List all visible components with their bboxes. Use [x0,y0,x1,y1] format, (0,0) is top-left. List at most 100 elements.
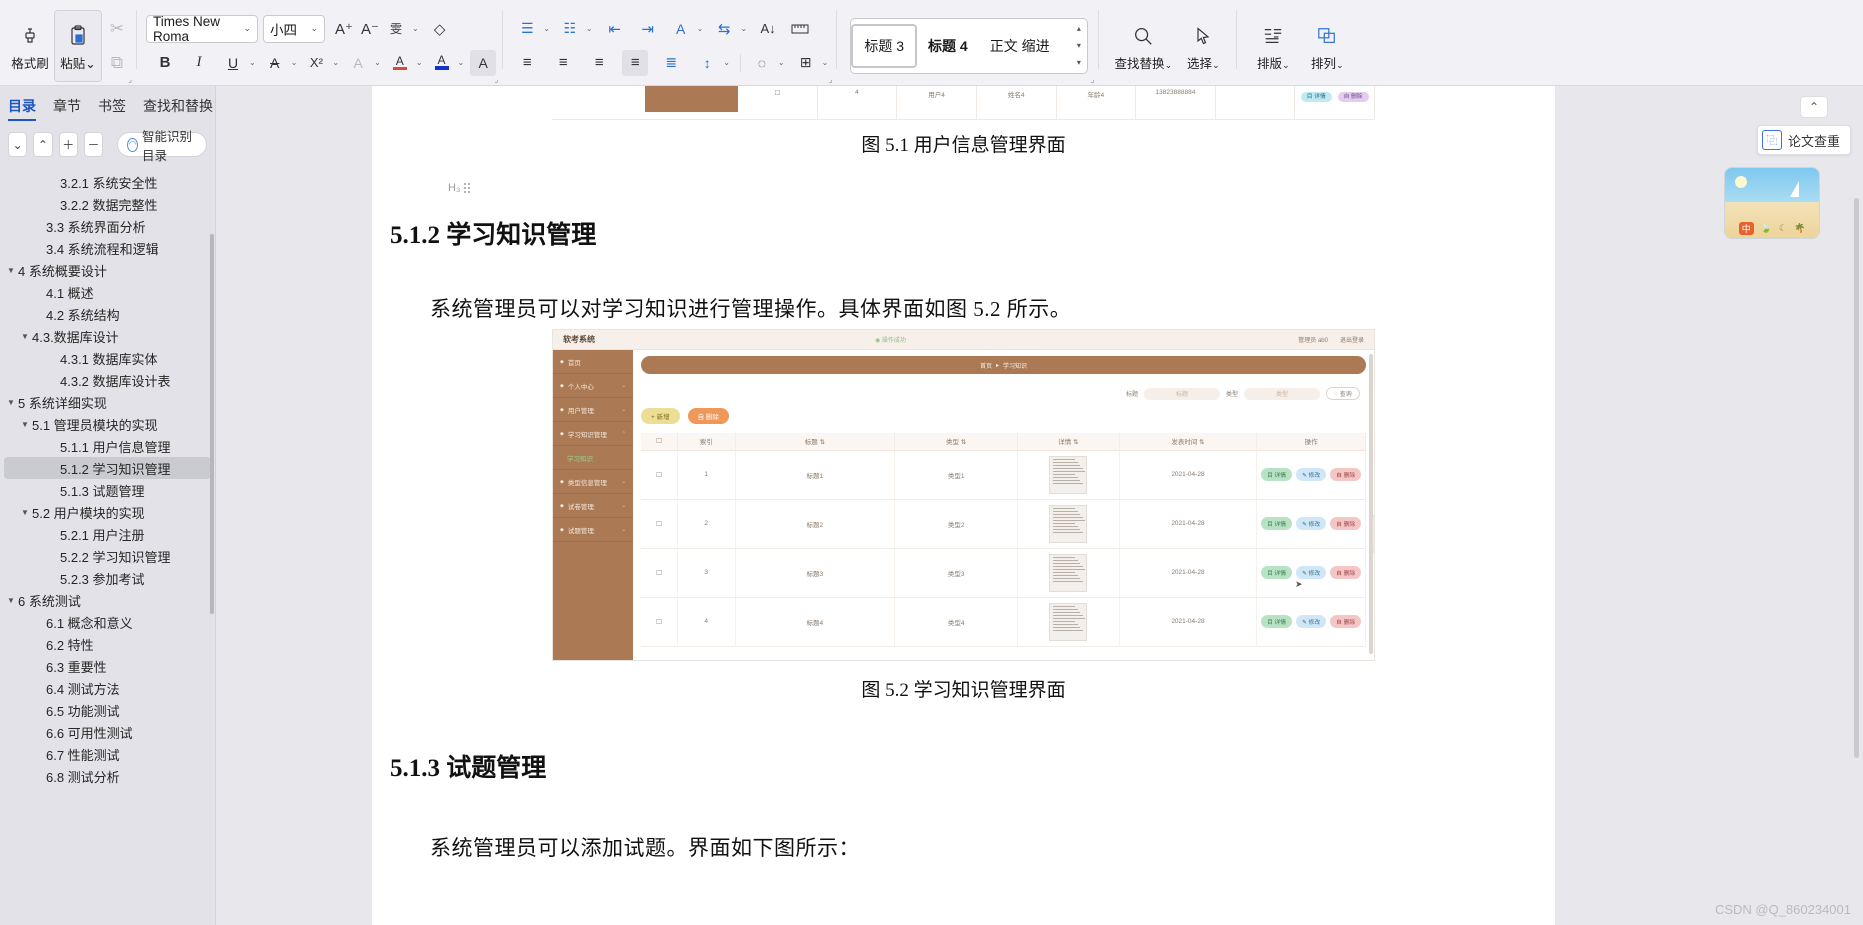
find-replace-button[interactable]: 查找替换⌄ [1110,10,1176,82]
toc-expand-button[interactable]: ＋ [58,132,78,157]
font-size-select[interactable]: 小四 ⌄ [263,14,325,43]
paragraph-handle[interactable]: H₃ [448,182,471,194]
underline-button[interactable]: U [220,50,246,76]
toc-item[interactable]: ▼4.3.2 数据库设计表 [4,369,211,391]
grow-font-button[interactable]: A⁺ [331,16,357,42]
character-border-button[interactable]: A [345,50,371,76]
toc-item[interactable]: ▼5.1.1 用户信息管理 [4,435,211,457]
toc-item[interactable]: ▼6.2 特性 [4,633,211,655]
toc-item[interactable]: ▼3.2.1 系统安全性 [4,171,211,193]
numbered-list-button[interactable]: ☷ [557,16,583,42]
bold-button[interactable]: B [152,50,178,76]
chevron-down-icon[interactable]: ⌄ [414,58,425,67]
toc-item[interactable]: ▼6.5 功能测试 [4,699,211,721]
increase-indent-button[interactable]: ⇥ [635,16,661,42]
chevron-down-icon[interactable]: ▼ [18,508,32,517]
chevron-down-icon[interactable]: ⌄ [330,58,341,67]
style-item-body-indent[interactable]: 正文 缩进 [979,24,1061,68]
toc-item[interactable]: ▼6.6 可用性测试 [4,721,211,743]
toc-item[interactable]: ▼ 6 系统测试 [4,589,211,611]
text-effects-button[interactable]: A [470,49,497,76]
tab-find-replace[interactable]: 查找和替换 [143,96,213,120]
document-scrollbar[interactable] [1854,198,1859,758]
toc-item[interactable]: ▼ 5.2 用户模块的实现 [4,501,211,523]
decrease-indent-button[interactable]: ⇤ [602,16,628,42]
select-button[interactable]: 选择⌄ [1176,10,1230,82]
styles-dialog-launcher[interactable]: ⌟ [1091,75,1095,84]
toc-item[interactable]: ▼3.4 系统流程和逻辑 [4,237,211,259]
style-item-heading4[interactable]: 标题 4 [917,24,979,68]
toc-item[interactable]: ▼5.2.1 用户注册 [4,523,211,545]
clear-formatting-button[interactable]: ◇ [427,16,453,42]
chevron-down-icon[interactable]: ▼ [18,332,32,341]
paste-button[interactable]: 粘贴⌄ [54,9,102,82]
toc-scrollbar[interactable] [210,234,214,614]
italic-button[interactable]: I [186,50,212,76]
bullet-list-button[interactable]: ☰ [514,16,540,42]
chevron-down-icon[interactable]: ▼ [4,398,18,407]
style-gallery-scroll[interactable]: ▴ ▾ ▾ [1071,20,1086,72]
paper-check-button[interactable]: ⿻ 论文查重 [1756,125,1851,155]
line-spacing-button[interactable]: ↕ [694,50,720,76]
arrange-button[interactable]: 排列⌄ [1300,10,1354,82]
chevron-down-icon[interactable]: ⌄ [584,24,595,33]
toc-collapse-button[interactable]: － [83,132,104,157]
chevron-down-icon[interactable]: ⌄ [1165,60,1173,70]
toc-item[interactable]: ▼6.4 测试方法 [4,677,211,699]
tab-bookmarks[interactable]: 书签 [98,96,126,120]
pinyin-button[interactable]: A [668,16,694,42]
shrink-font-button[interactable]: A⁻ [357,16,383,42]
strikethrough-button[interactable]: A [262,50,288,76]
toc-item[interactable]: ▼3.2.2 数据完整性 [4,193,211,215]
chevron-down-icon[interactable]: ▼ [4,266,18,275]
pinyin-guide-button[interactable]: 雯 [383,16,409,42]
toc-item[interactable]: ▼6.1 概念和意义 [4,611,211,633]
align-left-button[interactable]: ≡ [514,50,540,76]
drag-handle-icon[interactable] [464,183,471,193]
promo-card[interactable]: 中 🍃 ☾ 🌴 [1724,167,1820,239]
paragraph-dialog-launcher[interactable]: ⌟ [829,75,833,84]
chevron-down-icon[interactable]: ⌄ [410,24,421,33]
toc-item[interactable]: ▼ 4 系统概要设计 [4,259,211,281]
clipboard-dialog-launcher[interactable]: ⌟ [128,75,132,84]
chevron-down-icon[interactable]: ⌄ [289,58,300,67]
chevron-down-icon[interactable]: ⌄ [372,58,383,67]
chevron-down-icon[interactable]: ▼ [18,420,32,429]
smart-toc-button[interactable]: ◠ 智能识别目录 [117,130,207,163]
toc-item[interactable]: ▼5.2.3 参加考试 [4,567,211,589]
highlight-color-button[interactable]: A [387,50,413,76]
toc-item[interactable]: ▼ 5.1 管理员模块的实现 [4,413,211,435]
chevron-down-icon[interactable]: ⌄ [1336,60,1344,70]
tab-contents[interactable]: 目录 [8,96,36,121]
copy-button[interactable]: ⧉ [104,46,130,80]
toc-item[interactable]: ▼ 4.3.数据库设计 [4,325,211,347]
align-center-button[interactable]: ≡ [550,50,576,76]
align-right-button[interactable]: ≡ [586,50,612,76]
chevron-up-icon[interactable]: ▴ [1077,24,1081,33]
chevron-down-icon[interactable]: ⌄ [721,58,732,67]
toc-item[interactable]: ▼5.1.2 学习知识管理 [4,457,211,479]
toc-next-button[interactable]: ⌄ [8,132,28,157]
chevron-down-icon[interactable]: ⌄ [738,24,749,33]
style-gallery-more-icon[interactable]: ▾ [1077,58,1081,67]
shading-button[interactable]: ◌ [749,50,775,76]
chevron-down-icon[interactable]: ⌄ [820,58,831,67]
toc-item[interactable]: ▼ 5 系统详细实现 [4,391,211,413]
toc-item[interactable]: ▼4.1 概述 [4,281,211,303]
chevron-down-icon[interactable]: ⌄ [541,24,552,33]
toc-prev-button[interactable]: ⌃ [33,132,53,157]
paste-caret-icon[interactable]: ⌄ [85,57,95,71]
collapse-ribbon-button[interactable]: ⌃ [1800,96,1828,118]
style-gallery[interactable]: 标题 3 标题 4 正文 缩进 ▴ ▾ ▾ [850,17,1089,74]
borders-button[interactable]: ⊞ [793,50,819,76]
toc-item[interactable]: ▼4.3.1 数据库实体 [4,347,211,369]
toc-item[interactable]: ▼5.2.2 学习知识管理 [4,545,211,567]
chevron-down-icon[interactable]: ⌄ [456,58,467,67]
superscript-button[interactable]: X² [303,50,329,76]
toc-item[interactable]: ▼6.3 重要性 [4,655,211,677]
tab-chapters[interactable]: 章节 [53,96,81,120]
toc-item[interactable]: ▼5.1.3 试题管理 [4,479,211,501]
sort-button[interactable]: A↓ [755,16,781,42]
font-dialog-launcher[interactable]: ⌟ [494,75,498,84]
document-scroll-area[interactable]: ☐ 4 用户4 姓名4 年龄4 13823888884 目 详情 自 删除 图 … [216,86,1863,925]
